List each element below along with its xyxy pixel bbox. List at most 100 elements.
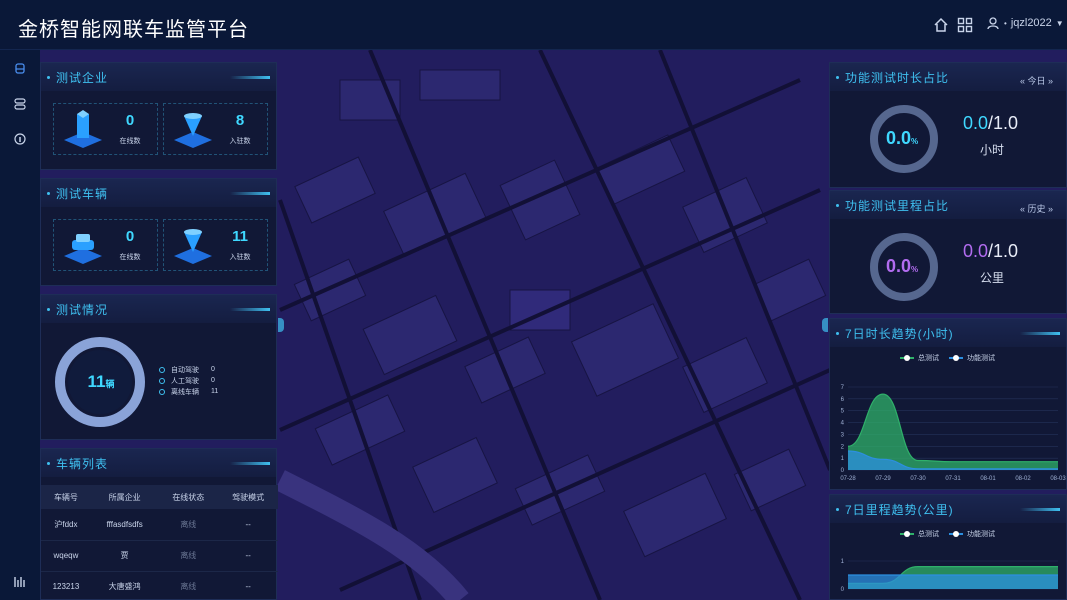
- y-tick-label: 2: [841, 444, 845, 450]
- duration-ratio: 0.0/1.0: [963, 113, 1019, 133]
- vehicles-online-label: 在线数: [119, 254, 141, 261]
- info-icon[interactable]: [13, 132, 27, 146]
- x-tick-label: 07-30: [910, 476, 926, 482]
- vehicles-registered-label: 入驻数: [229, 254, 251, 261]
- collapse-right-handle[interactable]: [822, 318, 828, 332]
- column-header: 所属企业: [90, 485, 159, 509]
- mileage-trend-chart: 01: [841, 559, 1058, 593]
- y-tick-label: 0: [841, 468, 845, 474]
- online-status-cell: 离线: [158, 571, 219, 600]
- duration-trend-title: 7日时长趋势(小时): [836, 325, 954, 342]
- x-tick-label: 07-28: [840, 476, 856, 482]
- column-header: 驾驶模式: [218, 485, 278, 509]
- mileage-panel: 功能测试里程占比 « 历史 » 0.0% 0.0/1.0 公里: [829, 190, 1067, 314]
- car-icon: [64, 234, 102, 264]
- series-area: [848, 575, 1058, 589]
- enterprise-registered-stat: 8 入驻数: [163, 103, 268, 155]
- status-panel: 测试情况 11辆 自动驾驶 0 人工驾驶 0 离线车辆 11: [40, 294, 277, 440]
- enterprise-online-label: 在线数: [119, 138, 141, 145]
- location-pin-icon: [174, 113, 212, 148]
- status-total: 11辆: [87, 372, 115, 391]
- y-tick-label: 3: [841, 432, 845, 438]
- legend-total: 总测试: [918, 531, 939, 538]
- column-header: 车辆号: [41, 485, 91, 509]
- history-tab[interactable]: « 历史 »: [1020, 202, 1053, 215]
- top-header: 金桥智能网联车监管平台 • jqzl2022 ▼: [0, 0, 1067, 50]
- company-cell: fffasdfsdfs: [90, 509, 159, 541]
- duration-title: 功能测试时长占比: [836, 69, 949, 86]
- mileage-ratio: 0.0/1.0: [963, 241, 1019, 261]
- y-tick-label: 1: [841, 456, 845, 462]
- status-legend-item: 离线车辆 11: [159, 386, 229, 397]
- enterprise-registered-value: 8: [235, 112, 245, 129]
- duration-panel: 功能测试时长占比 « 今日 » 0.0% 0.0/1.0 小时: [829, 62, 1067, 188]
- home-icon[interactable]: [933, 17, 949, 33]
- bars-icon[interactable]: [13, 574, 27, 588]
- table-header-row: 车辆号 所属企业 在线状态 驾驶模式: [41, 485, 278, 509]
- vehicle-icon[interactable]: [13, 62, 27, 76]
- side-rail: [0, 50, 40, 600]
- mileage-title: 功能测试里程占比: [836, 197, 949, 214]
- legend-functional: 功能测试: [967, 355, 995, 362]
- column-header: 在线状态: [158, 485, 219, 509]
- separator-dot: •: [1004, 18, 1007, 28]
- plate-cell: wqeqw: [41, 540, 91, 572]
- duration-trend-panel: 7日时长趋势(小时) 总测试 功能测试 0 1 2 3 4 5 6 7 07-28 07-29 07…: [829, 318, 1067, 490]
- enterprise-online-stat: 0 在线数: [53, 103, 158, 155]
- mileage-trend-title: 7日里程趋势(公里): [836, 501, 954, 518]
- x-tick-label: 08-02: [1015, 476, 1031, 482]
- enterprise-title: 测试企业: [47, 69, 108, 86]
- drive-mode-cell: --: [218, 571, 278, 600]
- drive-mode-cell: --: [218, 540, 278, 572]
- user-menu[interactable]: • jqzl2022 ▼: [986, 16, 1064, 30]
- duration-trend-legend: 总测试 功能测试: [900, 353, 995, 363]
- duration-trend-chart: 0 1 2 3 4 5 6 7 07-28 07-29 07-30 07-31 08-01 08-02 08…: [840, 385, 1066, 482]
- enterprise-registered-label: 入驻数: [229, 138, 251, 145]
- vehicles-registered-stat: 11 入驻数: [163, 219, 268, 271]
- today-tab[interactable]: « 今日 »: [1020, 74, 1053, 87]
- y-tick-label: 5: [841, 409, 845, 415]
- status-legend: 自动驾驶 0 人工驾驶 0 离线车辆 11: [159, 364, 229, 397]
- x-tick-label: 08-01: [980, 476, 996, 482]
- vehicle-table: 车辆号 所属企业 在线状态 驾驶模式 沪fddx fffasdfsdfs 离线 …: [41, 485, 278, 600]
- enterprise-online-value: 0: [125, 112, 135, 129]
- vehicle-list-panel: 车辆列表 车辆号 所属企业 在线状态 驾驶模式 沪fddx fffasdfsdf…: [40, 448, 278, 600]
- legend-functional: 功能测试: [967, 531, 995, 538]
- status-title: 测试情况: [47, 301, 108, 318]
- mileage-ring-value: 0.0%: [886, 256, 919, 276]
- table-row[interactable]: wqeqw 贾 离线 --: [41, 540, 278, 572]
- online-status-cell: 离线: [158, 509, 219, 541]
- user-icon: [987, 17, 999, 30]
- company-cell: 大唐盛鸿: [90, 571, 159, 600]
- mileage-trend-legend: 总测试 功能测试: [900, 529, 995, 539]
- building-icon: [64, 110, 102, 148]
- x-tick-label: 07-29: [875, 476, 891, 482]
- username: jqzl2022: [1010, 17, 1052, 29]
- enterprise-panel: 测试企业 0 在线数 8 入驻数: [40, 62, 277, 170]
- table-row[interactable]: 沪fddx fffasdfsdfs 离线 --: [41, 509, 278, 541]
- vehicles-panel: 测试车辆 0 在线数 11 入驻数: [40, 178, 277, 286]
- app-title: 金桥智能网联车监管平台: [18, 19, 249, 41]
- drive-mode-cell: --: [218, 509, 278, 541]
- collapse-left-handle[interactable]: [278, 318, 284, 332]
- y-tick-label: 4: [841, 421, 845, 427]
- legend-total: 总测试: [918, 355, 939, 362]
- company-cell: 贾: [90, 540, 159, 572]
- vehicles-online-value: 0: [125, 228, 135, 245]
- layers-icon[interactable]: [13, 97, 27, 111]
- mileage-trend-panel: 7日里程趋势(公里) 总测试 功能测试 01: [829, 494, 1067, 600]
- duration-unit: 小时: [980, 143, 1005, 157]
- grid-icon[interactable]: [957, 17, 973, 33]
- online-status-cell: 离线: [158, 540, 219, 572]
- plate-cell: 123213: [41, 571, 91, 600]
- y-tick-label: 1: [841, 559, 845, 565]
- status-legend-item: 人工驾驶 0: [159, 375, 229, 386]
- vehicles-title: 测试车辆: [47, 185, 108, 202]
- table-row[interactable]: 123213 大唐盛鸿 离线 --: [41, 571, 278, 600]
- vehicle-list-title: 车辆列表: [47, 455, 108, 472]
- mileage-unit: 公里: [980, 271, 1005, 285]
- x-tick-label: 08-03: [1050, 476, 1066, 482]
- location-pin-icon: [174, 229, 212, 264]
- y-tick-label: 7: [841, 385, 845, 391]
- vehicles-registered-value: 11: [232, 228, 248, 245]
